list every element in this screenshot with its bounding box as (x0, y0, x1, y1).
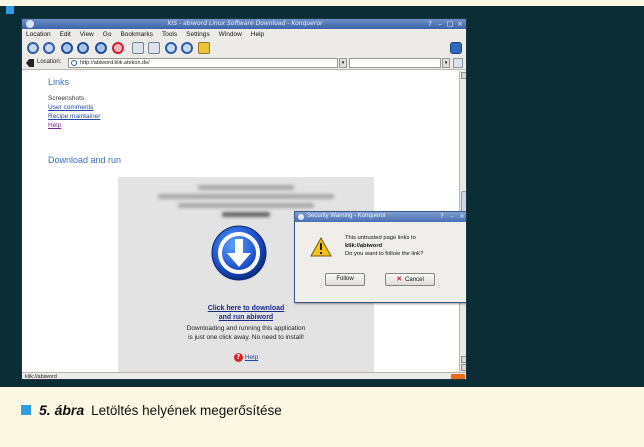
statusbar: klik://abiword (22, 372, 466, 380)
follow-button[interactable]: Follow (325, 273, 365, 286)
figure-frame: KIS - abiword Linux Software Download - … (0, 0, 644, 447)
figure-caption: 5. ábra Letöltés helyének megerősítése (21, 400, 282, 420)
download-description-line2: is just one click away. No need to insta… (188, 334, 304, 341)
menu-go[interactable]: Go (103, 31, 112, 38)
dialog-app-icon (298, 214, 304, 220)
help-link[interactable]: Help (48, 122, 61, 129)
scroll-up-icon[interactable] (461, 72, 466, 79)
download-description-line1: Downloading and running this application (186, 325, 306, 332)
close-window-button[interactable]: × (456, 20, 464, 28)
download-run-link-line1[interactable]: Click here to download (118, 305, 374, 312)
cancel-x-icon: ✕ (396, 276, 403, 283)
site-favicon-icon (71, 60, 77, 66)
accent-corner-square (6, 6, 14, 14)
blurred-text (158, 194, 334, 199)
window-titlebar: KIS - abiword Linux Software Download - … (22, 19, 466, 29)
dialog-message-url: klik://abiword (345, 243, 383, 249)
dialog-message-line1: This untrusted page links to (345, 235, 416, 241)
menu-settings[interactable]: Settings (186, 31, 210, 38)
screenshots-link[interactable]: Screenshots (48, 95, 84, 102)
dialog-help-button[interactable]: ? (438, 213, 446, 221)
stop-icon[interactable] (112, 42, 124, 54)
reload-icon[interactable] (95, 42, 107, 54)
shrink-font-icon[interactable] (181, 42, 193, 54)
url-history-dropdown[interactable]: ▾ (339, 58, 347, 68)
back-icon[interactable] (61, 42, 73, 54)
search-provider-dropdown[interactable]: ▾ (442, 58, 450, 68)
panel-help-link[interactable]: Help (245, 354, 258, 361)
dialog-minimize-button[interactable]: – (448, 213, 456, 221)
cancel-button[interactable]: ✕ Cancel (385, 273, 435, 286)
konqueror-throbber-icon (450, 42, 462, 54)
help-question-icon: ? (233, 353, 243, 362)
menu-view[interactable]: View (80, 31, 94, 38)
print-icon[interactable] (132, 42, 144, 54)
menu-tools[interactable]: Tools (162, 31, 177, 38)
help-window-button[interactable]: ? (426, 20, 434, 28)
zoom-out-icon[interactable] (43, 42, 55, 54)
lock-icon[interactable] (198, 42, 210, 54)
forward-icon[interactable] (77, 42, 89, 54)
recipe-maintainer-link[interactable]: Recipe maintainer (48, 113, 100, 120)
figure-number: 5. ábra (39, 402, 85, 418)
security-warning-dialog: Security Warning - Konqueror ? – × This … (294, 211, 466, 303)
url-input[interactable]: http://abiword.klik.atekon.de/ (68, 58, 338, 68)
search-input[interactable] (349, 58, 441, 68)
dialog-message-line3: Do you want to follow the link? (345, 251, 424, 257)
location-label: Location: (37, 59, 62, 65)
clear-location-icon[interactable] (26, 59, 34, 67)
menubar: Location Edit View Go Bookmarks Tools Se… (22, 29, 466, 40)
window-title: KIS - abiword Linux Software Download - … (167, 20, 323, 27)
download-run-link-line2[interactable]: and run abiword (118, 314, 374, 321)
location-bar: Location: http://abiword.klik.atekon.de/… (22, 56, 466, 70)
url-text: http://abiword.klik.atekon.de/ (80, 60, 150, 66)
security-status-icon[interactable] (451, 374, 465, 379)
zoom-in-icon[interactable] (27, 42, 39, 54)
panel-help-row[interactable]: ? Help (118, 353, 374, 362)
status-text: klik://abiword (25, 374, 57, 380)
download-heading: Download and run (48, 155, 122, 165)
menu-window[interactable]: Window (219, 31, 242, 38)
blurred-text (198, 185, 294, 190)
warning-icon (310, 237, 332, 257)
maximize-window-button[interactable]: □ (446, 20, 454, 28)
dialog-title: Security Warning - Konqueror (307, 213, 386, 219)
menu-edit[interactable]: Edit (60, 31, 71, 38)
download-arrow-icon[interactable] (211, 225, 267, 281)
menu-help[interactable]: Help (251, 31, 264, 38)
minimize-window-button[interactable]: – (436, 20, 444, 28)
blurred-text (222, 212, 270, 217)
links-heading: Links (48, 77, 70, 87)
scroll-down-icon[interactable] (461, 364, 466, 371)
konqueror-window: KIS - abiword Linux Software Download - … (21, 18, 467, 380)
enlarge-font-icon[interactable] (165, 42, 177, 54)
menu-bookmarks[interactable]: Bookmarks (120, 31, 153, 38)
scroll-down-icon[interactable] (461, 356, 466, 363)
go-button[interactable] (453, 58, 463, 68)
konqueror-app-icon[interactable] (26, 20, 34, 28)
main-toolbar (22, 40, 466, 56)
caption-text: Letöltés helyének megerősítése (91, 402, 282, 418)
dialog-close-button[interactable]: × (458, 213, 466, 221)
menu-location[interactable]: Location (26, 31, 51, 38)
cancel-button-label: Cancel (405, 277, 424, 283)
security-icon[interactable] (148, 42, 160, 54)
blurred-text (178, 203, 314, 208)
user-comments-link[interactable]: User comments (48, 104, 94, 111)
dialog-titlebar: Security Warning - Konqueror ? – × (295, 212, 466, 222)
caption-accent-square (21, 405, 31, 415)
